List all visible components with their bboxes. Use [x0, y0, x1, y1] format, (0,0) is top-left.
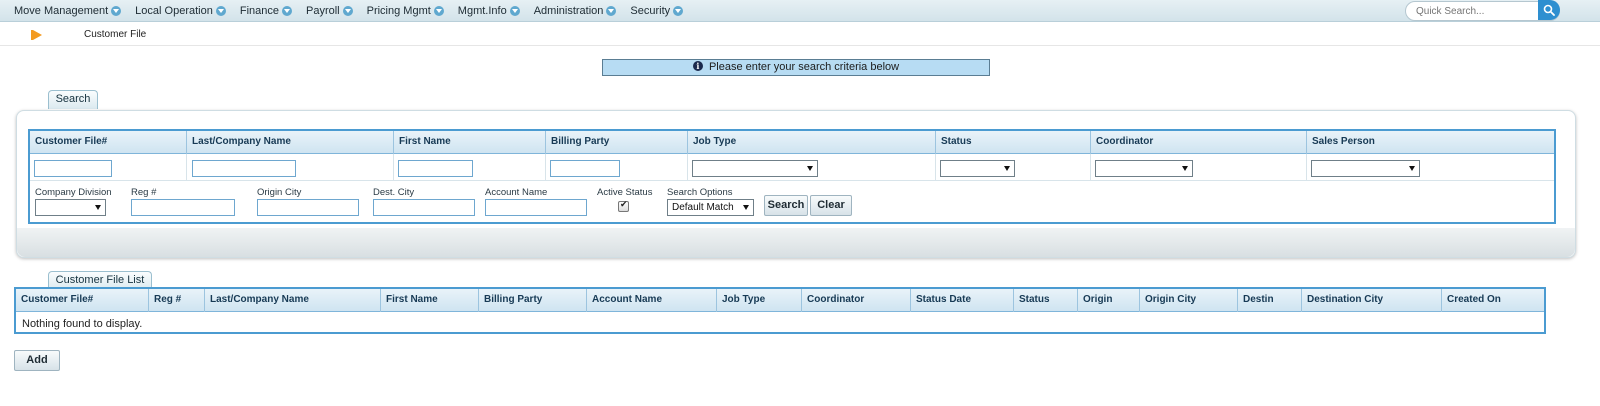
coordinator-select[interactable] — [1095, 160, 1193, 177]
reg-label: Reg # — [131, 187, 157, 198]
col-coordinator[interactable]: Coordinator — [802, 289, 911, 312]
col-coordinator: Coordinator — [1091, 131, 1307, 154]
col-account-name[interactable]: Account Name — [587, 289, 717, 312]
col-first-name[interactable]: First Name — [381, 289, 479, 312]
menu-label: Payroll — [305, 5, 340, 17]
dropdown-arrow-icon — [1182, 166, 1188, 171]
first-name-input[interactable] — [398, 160, 473, 177]
col-origin-city[interactable]: Origin City — [1140, 289, 1238, 312]
quick-search-button[interactable] — [1538, 0, 1560, 20]
quick-search-input[interactable] — [1416, 4, 1528, 19]
dest-city-label: Dest. City — [373, 187, 415, 198]
account-name-input[interactable] — [485, 199, 587, 216]
dropdown-arrow-icon — [95, 205, 101, 210]
search-criteria-table: Customer File# Last/Company Name First N… — [28, 129, 1556, 224]
dropdown-arrow-icon — [281, 6, 292, 16]
search-icon — [1543, 4, 1555, 16]
col-first-name: First Name — [394, 131, 546, 154]
menu-mgmt-info[interactable]: Mgmt.Info — [458, 5, 520, 17]
tab-search[interactable]: Search — [48, 90, 98, 109]
main-menu: Move Management Local Operation Finance … — [0, 0, 684, 22]
company-division-select[interactable] — [35, 199, 106, 216]
menu-label: Move Management — [14, 5, 109, 17]
add-button[interactable]: Add — [14, 350, 60, 371]
search-panel-footer — [17, 228, 1575, 257]
search-input-row — [30, 154, 1554, 181]
breadcrumb-arrow-icon — [33, 30, 42, 40]
search-button[interactable]: Search — [764, 195, 808, 216]
menu-finance[interactable]: Finance — [240, 5, 292, 17]
menu-label: Finance — [239, 5, 279, 17]
col-billing-party: Billing Party — [546, 131, 688, 154]
dropdown-arrow-icon — [807, 166, 813, 171]
job-type-select[interactable] — [692, 160, 818, 177]
origin-city-input[interactable] — [257, 199, 359, 216]
col-origin[interactable]: Origin — [1078, 289, 1140, 312]
account-name-label: Account Name — [485, 187, 548, 198]
col-billing-party[interactable]: Billing Party — [479, 289, 587, 312]
empty-message: Nothing found to display. — [22, 318, 143, 330]
search-options-select[interactable]: Default Match — [667, 199, 754, 216]
search-options-label: Search Options — [667, 187, 733, 198]
col-status: Status — [936, 131, 1091, 154]
col-created-on[interactable]: Created On — [1442, 289, 1544, 312]
menu-label: Security — [630, 5, 671, 17]
billing-party-input[interactable] — [550, 160, 620, 177]
menu-security[interactable]: Security — [630, 5, 684, 17]
customer-file-input[interactable] — [34, 160, 112, 177]
breadcrumb: Customer File — [0, 23, 1600, 46]
dropdown-arrow-icon — [1409, 166, 1415, 171]
col-last-company-name: Last/Company Name — [187, 131, 394, 154]
customer-file-list-table: Customer File# Reg # Last/Company Name F… — [14, 287, 1546, 334]
results-header-row: Customer File# Reg # Last/Company Name F… — [16, 289, 1544, 312]
menu-move-management[interactable]: Move Management — [14, 5, 122, 17]
menu-label: Administration — [533, 5, 604, 17]
col-job-type: Job Type — [688, 131, 936, 154]
dropdown-arrow-icon — [509, 6, 520, 16]
clear-button[interactable]: Clear — [810, 195, 852, 216]
info-message-box: i Please enter your search criteria belo… — [602, 59, 990, 76]
menu-pricing-mgmt[interactable]: Pricing Mgmt — [367, 5, 444, 17]
menu-administration[interactable]: Administration — [534, 5, 617, 17]
reg-input[interactable] — [131, 199, 235, 216]
col-customer-file: Customer File# — [30, 131, 187, 154]
status-select[interactable] — [940, 160, 1015, 177]
menu-local-operation[interactable]: Local Operation — [135, 5, 226, 17]
dropdown-arrow-icon — [215, 6, 226, 16]
col-job-type[interactable]: Job Type — [717, 289, 802, 312]
menu-label: Local Operation — [135, 5, 213, 17]
info-icon: i — [692, 61, 703, 72]
dropdown-arrow-icon — [743, 205, 749, 210]
company-division-label: Company Division — [35, 187, 112, 198]
info-message: Please enter your search criteria below — [708, 61, 900, 73]
col-status-date[interactable]: Status Date — [911, 289, 1014, 312]
active-status-label: Active Status — [597, 187, 653, 198]
menu-label: Mgmt.Info — [457, 5, 507, 17]
active-status-checkbox[interactable] — [618, 200, 629, 212]
search-header-row: Customer File# Last/Company Name First N… — [30, 131, 1554, 154]
dropdown-arrow-icon — [433, 6, 444, 16]
dropdown-arrow-icon — [606, 6, 617, 16]
dropdown-arrow-icon — [673, 6, 684, 16]
breadcrumb-current: Customer File — [84, 29, 147, 40]
col-destination-city[interactable]: Destination City — [1302, 289, 1442, 312]
menu-label: Pricing Mgmt — [366, 5, 431, 17]
col-customer-file[interactable]: Customer File# — [16, 289, 149, 312]
search-options-value: Default Match — [672, 202, 734, 213]
col-sales-person: Sales Person — [1312, 136, 1375, 147]
dest-city-input[interactable] — [373, 199, 475, 216]
origin-city-label: Origin City — [257, 187, 302, 198]
col-status[interactable]: Status — [1014, 289, 1078, 312]
dropdown-arrow-icon — [342, 6, 353, 16]
last-company-name-input[interactable] — [192, 160, 296, 177]
col-reg[interactable]: Reg # — [149, 289, 205, 312]
col-destin[interactable]: Destin — [1238, 289, 1302, 312]
menu-payroll[interactable]: Payroll — [306, 5, 353, 17]
dropdown-arrow-icon — [111, 6, 122, 16]
quick-search-box — [1405, 1, 1560, 21]
sales-person-select[interactable] — [1311, 160, 1420, 177]
col-last-company-name[interactable]: Last/Company Name — [205, 289, 381, 312]
top-nav-bar: Move Management Local Operation Finance … — [0, 0, 1600, 22]
dropdown-arrow-icon — [1004, 166, 1010, 171]
